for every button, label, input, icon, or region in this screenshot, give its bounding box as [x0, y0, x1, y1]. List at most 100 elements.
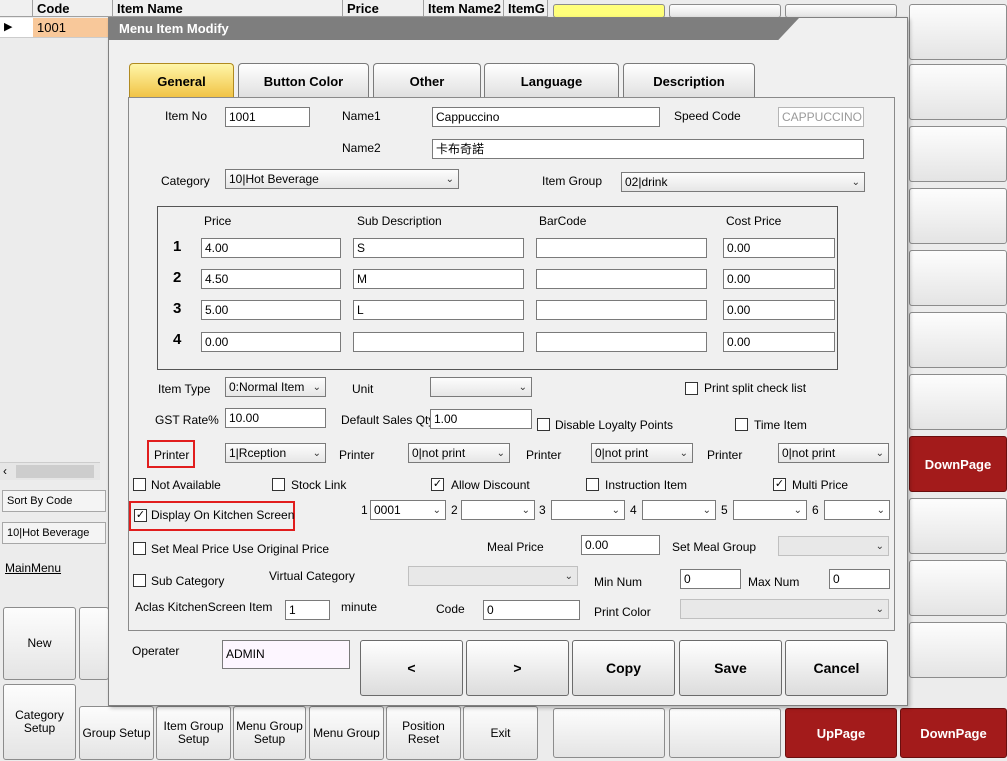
item-type-select[interactable]: 0:Normal Item ⌄: [225, 377, 326, 397]
display-kitchen-checkbox[interactable]: ✓: [134, 509, 147, 522]
tab-other[interactable]: Other: [373, 63, 481, 99]
barcode-input[interactable]: [536, 300, 707, 320]
print-color-select[interactable]: ⌄: [680, 599, 889, 619]
cost-price-input[interactable]: 0.00: [723, 238, 835, 258]
sub-description-input[interactable]: M: [353, 269, 524, 289]
max-num-input[interactable]: 0: [829, 569, 890, 589]
right-menu-button[interactable]: [909, 126, 1007, 182]
kitchen-slot-select[interactable]: ⌄: [733, 500, 807, 520]
price-input[interactable]: 4.00: [201, 238, 341, 258]
instruction-item-checkbox[interactable]: [586, 478, 599, 491]
barcode-input[interactable]: [536, 332, 707, 352]
right-menu-button[interactable]: [909, 498, 1007, 554]
time-item-checkbox[interactable]: [735, 418, 748, 431]
aclas-kitchen-input[interactable]: 1: [285, 600, 330, 620]
right-menu-button[interactable]: [909, 560, 1007, 616]
price-input[interactable]: 5.00: [201, 300, 341, 320]
sub-description-input[interactable]: L: [353, 300, 524, 320]
position-reset-button[interactable]: Position Reset: [386, 706, 461, 760]
virtual-category-select[interactable]: ⌄: [408, 566, 578, 586]
previous-button[interactable]: <: [360, 640, 463, 696]
sub-category-checkbox[interactable]: [133, 574, 146, 587]
grid-header-item-name2[interactable]: Item Name2: [424, 0, 504, 17]
barcode-input[interactable]: [536, 269, 707, 289]
category-setup-button[interactable]: Category Setup: [3, 684, 76, 760]
downpage-button[interactable]: DownPage: [900, 708, 1007, 758]
grid-scrollbar[interactable]: ‹: [0, 462, 100, 480]
right-menu-button[interactable]: [909, 64, 1007, 120]
tab-language[interactable]: Language: [484, 63, 619, 99]
kitchen-slot-select[interactable]: ⌄: [551, 500, 625, 520]
page-button-blank[interactable]: [669, 4, 781, 18]
sub-description-input[interactable]: S: [353, 238, 524, 258]
cost-price-input[interactable]: 0.00: [723, 332, 835, 352]
item-group-select[interactable]: 02|drink ⌄: [621, 172, 865, 192]
tab-description[interactable]: Description: [623, 63, 755, 99]
kitchen-slot-select[interactable]: ⌄: [642, 500, 716, 520]
tab-button-color[interactable]: Button Color: [238, 63, 369, 99]
partial-button[interactable]: [79, 607, 109, 680]
set-meal-price-checkbox[interactable]: [133, 542, 146, 555]
right-menu-button[interactable]: [909, 312, 1007, 368]
right-menu-button[interactable]: [909, 622, 1007, 678]
grid-header-item-name[interactable]: Item Name: [113, 0, 343, 17]
uppage-button[interactable]: UpPage: [785, 708, 897, 758]
right-menu-button[interactable]: [909, 374, 1007, 430]
cost-price-input[interactable]: 0.00: [723, 269, 835, 289]
right-menu-button[interactable]: [909, 188, 1007, 244]
downpage-button-top[interactable]: DownPage: [909, 436, 1007, 492]
page-button-blank[interactable]: [669, 708, 781, 758]
right-menu-button[interactable]: [909, 4, 1007, 60]
next-button[interactable]: >: [466, 640, 569, 696]
kitchen-slot-select[interactable]: ⌄: [824, 500, 890, 520]
code-input[interactable]: 0: [483, 600, 580, 620]
gst-rate-input[interactable]: 10.00: [225, 408, 326, 428]
menu-group-button[interactable]: Menu Group: [309, 706, 384, 760]
default-sales-qty-input[interactable]: 1.00: [430, 409, 532, 429]
right-menu-button[interactable]: [909, 250, 1007, 306]
printer1-select[interactable]: 1|Rception ⌄: [225, 443, 326, 463]
sort-select[interactable]: Sort By Code: [2, 490, 106, 512]
unit-select[interactable]: ⌄: [430, 377, 532, 397]
sub-description-input[interactable]: [353, 332, 524, 352]
page-button-blank[interactable]: [785, 4, 897, 18]
cancel-button[interactable]: Cancel: [785, 640, 888, 696]
barcode-input[interactable]: [536, 238, 707, 258]
category-filter[interactable]: 10|Hot Beverage: [2, 522, 106, 544]
tab-general[interactable]: General: [129, 63, 234, 99]
set-meal-group-select[interactable]: ⌄: [778, 536, 889, 556]
grid-header-price[interactable]: Price: [343, 0, 424, 17]
item-no-input[interactable]: 1001: [225, 107, 310, 127]
speed-code-input[interactable]: CAPPUCCINO: [778, 107, 864, 127]
kitchen-slot-select[interactable]: ⌄: [461, 500, 535, 520]
scroll-left-icon[interactable]: ‹: [3, 464, 7, 478]
name2-input[interactable]: 卡布奇諾: [432, 139, 864, 159]
printer4-select[interactable]: 0|not print ⌄: [778, 443, 889, 463]
exit-button[interactable]: Exit: [463, 706, 538, 760]
item-group-setup-button[interactable]: Item Group Setup: [156, 706, 231, 760]
min-num-input[interactable]: 0: [680, 569, 741, 589]
scroll-thumb[interactable]: [16, 465, 94, 478]
stock-link-checkbox[interactable]: [272, 478, 285, 491]
meal-price-input[interactable]: 0.00: [581, 535, 660, 555]
row-code-cell[interactable]: 1001: [33, 18, 113, 37]
new-button[interactable]: New: [3, 607, 76, 680]
multi-price-checkbox[interactable]: ✓: [773, 478, 786, 491]
kitchen-slot-select[interactable]: 0001 ⌄: [370, 500, 446, 520]
not-available-checkbox[interactable]: [133, 478, 146, 491]
cost-price-input[interactable]: 0.00: [723, 300, 835, 320]
page-button-yellow[interactable]: [553, 4, 665, 18]
page-button-blank[interactable]: [553, 708, 665, 758]
grid-header-itemg[interactable]: ItemG: [504, 0, 548, 17]
main-menu-link[interactable]: MainMenu: [5, 561, 61, 575]
disable-loyalty-checkbox[interactable]: [537, 418, 550, 431]
save-button[interactable]: Save: [679, 640, 782, 696]
group-setup-button[interactable]: Group Setup: [79, 706, 154, 760]
printer3-select[interactable]: 0|not print ⌄: [591, 443, 693, 463]
allow-discount-checkbox[interactable]: ✓: [431, 478, 444, 491]
copy-button[interactable]: Copy: [572, 640, 675, 696]
category-select[interactable]: 10|Hot Beverage ⌄: [225, 169, 459, 189]
grid-header-code[interactable]: Code: [33, 0, 113, 17]
price-input[interactable]: 4.50: [201, 269, 341, 289]
printer2-select[interactable]: 0|not print ⌄: [408, 443, 510, 463]
